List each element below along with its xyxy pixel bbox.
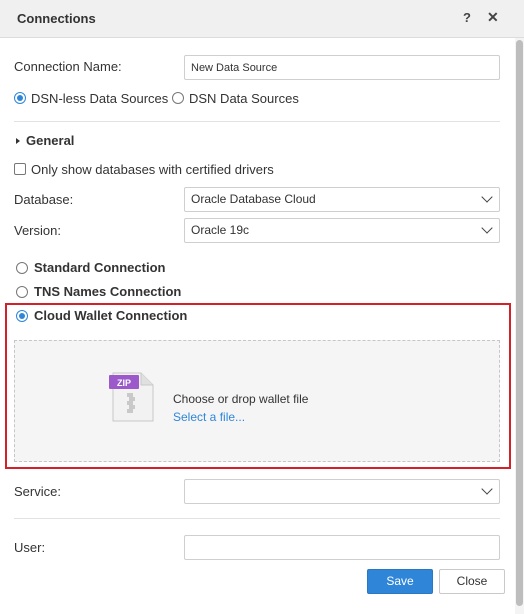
close-button[interactable]: Close — [439, 569, 505, 594]
chevron-down-icon — [481, 483, 493, 495]
dsn-less-radio[interactable] — [14, 92, 26, 104]
version-label: Version: — [14, 223, 61, 238]
database-label: Database: — [14, 192, 74, 207]
close-icon[interactable]: ✕ — [487, 9, 499, 26]
user-input[interactable] — [184, 535, 500, 560]
dsn-radio[interactable] — [172, 92, 184, 104]
cloud-wallet-connection-radio[interactable] — [16, 310, 28, 322]
expand-triangle-icon — [16, 137, 20, 144]
standard-connection-label: Standard Connection — [34, 260, 166, 275]
certified-drivers-checkbox[interactable] — [14, 163, 26, 175]
scrollbar-thumb[interactable] — [516, 40, 523, 606]
select-file-link[interactable]: Select a file... — [173, 410, 245, 424]
version-value: Oracle 19c — [191, 223, 250, 237]
chevron-down-icon — [481, 222, 493, 234]
vertical-scrollbar[interactable] — [515, 38, 524, 614]
section-general[interactable]: General — [16, 133, 74, 148]
dsn-less-label: DSN-less Data Sources — [31, 91, 169, 106]
dialog-title: Connections — [17, 11, 96, 26]
user-label: User: — [14, 540, 46, 555]
dsn-label: DSN Data Sources — [189, 91, 299, 106]
section-general-label: General — [26, 133, 75, 148]
connection-name-label: Connection Name: — [14, 59, 122, 74]
divider — [14, 121, 500, 122]
dialog-titlebar: Connections ? ✕ — [0, 0, 524, 38]
tns-names-connection-label: TNS Names Connection — [34, 284, 182, 299]
database-value: Oracle Database Cloud — [191, 192, 316, 206]
connection-name-input[interactable] — [184, 55, 500, 80]
chevron-down-icon — [481, 191, 493, 203]
database-select[interactable]: Oracle Database Cloud — [184, 187, 500, 212]
zip-file-icon: ZIP — [109, 372, 154, 422]
dropzone-text: Choose or drop wallet file — [173, 392, 309, 406]
version-select[interactable]: Oracle 19c — [184, 218, 500, 243]
service-select[interactable] — [184, 479, 500, 504]
service-label: Service: — [14, 484, 61, 499]
divider — [14, 518, 500, 519]
zip-icon-text: ZIP — [117, 378, 131, 388]
tns-names-connection-radio[interactable] — [16, 286, 28, 298]
cloud-wallet-connection-label: Cloud Wallet Connection — [34, 308, 188, 323]
save-button[interactable]: Save — [367, 569, 433, 594]
help-icon[interactable]: ? — [463, 10, 471, 25]
certified-drivers-label: Only show databases with certified drive… — [31, 162, 274, 177]
standard-connection-radio[interactable] — [16, 262, 28, 274]
